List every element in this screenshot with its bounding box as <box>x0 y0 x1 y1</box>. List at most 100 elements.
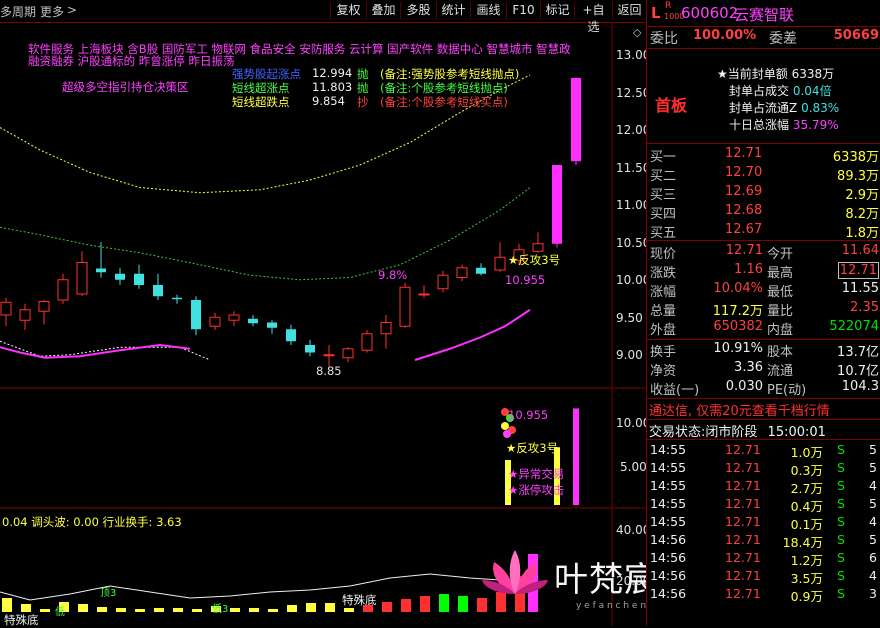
tick-count: 6 <box>869 550 877 565</box>
bid-label: 买四 <box>650 207 677 222</box>
tick-time: 14:56 <box>650 586 687 601</box>
bid-row[interactable]: 买三 12.69 2.9万 <box>647 184 880 203</box>
toolbar-button-mark[interactable]: 标记 <box>540 2 574 19</box>
tick-side: S <box>837 478 845 493</box>
stock-header[interactable]: L R 1000 600602 云赛智联 <box>647 0 880 26</box>
tick-price: 12.71 <box>725 514 761 529</box>
fund-label: PE(动) <box>767 383 807 398</box>
tick-side: S <box>837 550 845 565</box>
fund-label: 收益(一) <box>650 383 700 398</box>
quote-panel: L R 1000 600602 云赛智联 委比 100.00% 委差 50669… <box>646 0 880 626</box>
bid-price: 12.68 <box>725 203 763 218</box>
tick-side: S <box>837 442 845 457</box>
tick-count: 5 <box>869 496 877 511</box>
candle-body <box>305 345 315 353</box>
indicator-bar <box>173 608 183 612</box>
toolbar-button-f10[interactable]: F10 <box>506 2 540 19</box>
stat-label: 今开 <box>767 247 794 262</box>
stat-value: 10.04% <box>713 281 763 296</box>
bid-volume: 6338万 <box>832 150 879 165</box>
candle-body <box>76 262 88 295</box>
tick-side: S <box>837 568 845 583</box>
indicator-bar <box>344 608 354 612</box>
signal-value: 11.803 <box>312 80 353 94</box>
stat-value: 12.71 <box>837 262 879 279</box>
period-button[interactable]: 多周期 <box>0 3 36 20</box>
candle-body <box>267 322 277 328</box>
candle-body <box>209 316 221 327</box>
stat-value: 2.35 <box>850 300 879 315</box>
tick-count: 5 <box>869 442 877 457</box>
indicator-bar <box>268 609 278 612</box>
candle-body <box>172 297 182 300</box>
kline-chart[interactable] <box>0 22 646 626</box>
toolbar-button-multi[interactable]: 多股 <box>400 2 436 19</box>
fund-label: 换手 <box>650 345 677 360</box>
counter-attack-label: ★反攻3号 <box>508 253 561 267</box>
stat-value: 117.2万 <box>712 304 763 319</box>
indicator-label: 0.04 调头波: 0.00 行业换手: 3.63 <box>2 515 182 529</box>
price-annotation: 10.955 <box>505 273 546 287</box>
tick-price: 12.71 <box>725 478 761 493</box>
stat-value: 11.55 <box>841 281 879 296</box>
stat-label: 量比 <box>767 304 794 319</box>
candle-body <box>57 279 69 301</box>
counter-attack-label-2: ★反攻3号 <box>506 441 559 455</box>
tick-volume: 1.2万 <box>790 553 823 568</box>
chevron-right-icon[interactable]: > <box>67 3 77 17</box>
tick-volume: 2.7万 <box>790 481 823 496</box>
trade-status: 交易状态:闭市阶段 15:00:01 <box>649 425 826 440</box>
tick-volume: 0.3万 <box>790 463 823 478</box>
fundamental-row: 收益(一) 0.030 PE(动) 104.3 <box>647 379 880 398</box>
toolbar-button-add-watch[interactable]: +自选 <box>574 2 612 34</box>
bid-row[interactable]: 买二 12.70 89.3万 <box>647 165 880 184</box>
fundamental-row: 净资 3.36 流通 10.7亿 <box>647 360 880 379</box>
bid-row[interactable]: 买四 12.68 8.2万 <box>647 203 880 222</box>
toolbar-button-stats[interactable]: 统计 <box>436 2 470 19</box>
tick-side: S <box>837 532 845 547</box>
tick-row: 14:55 12.71 0.4万 S 5 <box>647 496 880 514</box>
tick-time: 14:55 <box>650 496 687 511</box>
stat-row: 总量 117.2万 量比 2.35 <box>647 300 880 319</box>
toolbar-button-fuquan[interactable]: 复权 <box>330 2 366 19</box>
tick-price: 12.71 <box>725 442 761 457</box>
fund-label: 股本 <box>767 345 794 360</box>
candle-body <box>115 273 125 280</box>
stat-row: 现价 12.71 今开 11.64 <box>647 243 880 262</box>
candle-body <box>494 256 506 271</box>
indicator-bar <box>249 608 259 612</box>
stat-value: 522074 <box>829 319 879 334</box>
tick-time: 14:55 <box>650 460 687 475</box>
toolbar-button-back[interactable]: 返回 <box>612 2 646 19</box>
toolbar-button-draw[interactable]: 画线 <box>470 2 506 19</box>
indicator-bar <box>420 596 430 612</box>
tick-time: 14:56 <box>650 568 687 583</box>
tick-volume: 18.4万 <box>782 535 823 550</box>
signal-name: 短线超跌点 <box>232 95 290 109</box>
fund-value: 10.91% <box>713 341 763 356</box>
more-button[interactable]: 更多 <box>40 3 64 20</box>
lotus-logo-icon <box>482 550 548 594</box>
tick-time: 14:56 <box>650 550 687 565</box>
vol-annotation: 10.955 <box>508 408 549 422</box>
bid-row[interactable]: 买一 12.71 6338万 <box>647 146 880 165</box>
tick-time: 14:55 <box>650 478 687 493</box>
candle-body <box>456 267 468 278</box>
prefix-l: L <box>651 4 661 22</box>
indicator-bar <box>401 599 411 612</box>
stat-label: 最高 <box>767 266 794 281</box>
toolbar-button-overlay[interactable]: 叠加 <box>366 2 400 19</box>
weibi-row: 委比 100.00% 委差 50669 <box>650 28 879 47</box>
stat-label: 总量 <box>650 304 677 319</box>
candle-body <box>399 286 411 327</box>
bid-price: 12.70 <box>725 165 763 180</box>
indicator-bar <box>325 603 335 612</box>
indicator-bar <box>287 605 297 612</box>
promo-link[interactable]: 通达信, 仅需20元查看千档行情 <box>649 400 830 419</box>
candle-body <box>191 300 201 330</box>
indicator-bar <box>306 603 316 612</box>
indicator-bar <box>78 604 88 612</box>
candle-body <box>361 333 373 351</box>
bottom-signal: 特殊底 <box>342 593 377 607</box>
bid-row[interactable]: 买五 12.67 1.8万 <box>647 222 880 241</box>
